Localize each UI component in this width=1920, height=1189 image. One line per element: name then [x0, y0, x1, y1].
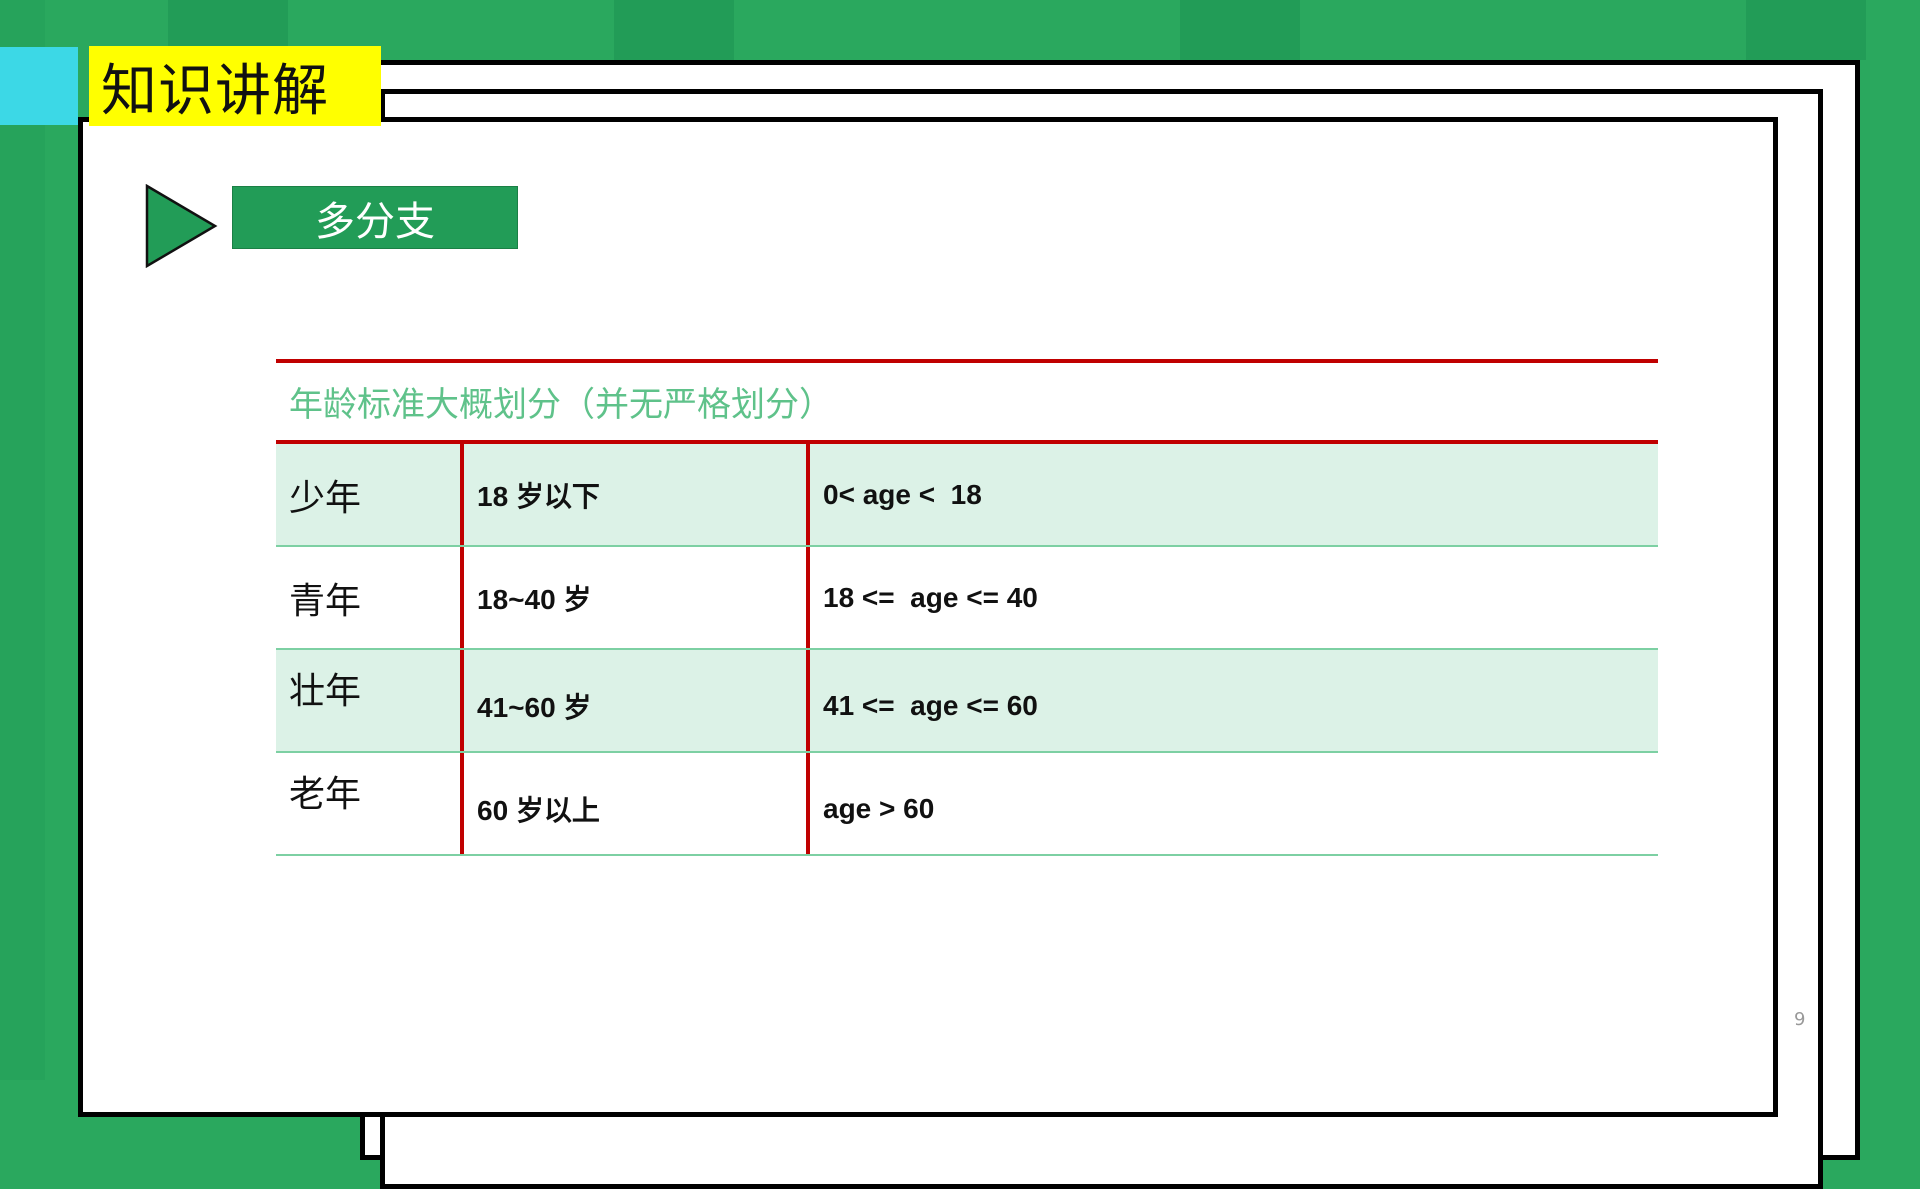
age-range-cell: 41~60 岁: [460, 650, 806, 751]
age-classification-table: 年龄标准大概划分（并无严格划分） 少年 18 岁以下 0< age < 18 青…: [276, 359, 1658, 856]
age-group-cell: 老年: [289, 774, 362, 815]
age-group-cell: 青年: [289, 580, 362, 622]
age-condition-cell: 18 <= age <= 40: [806, 547, 1658, 648]
background-stripe: [614, 0, 734, 60]
table-row: 青年 18~40 岁 18 <= age <= 40: [276, 547, 1658, 650]
background-stripe: [1180, 0, 1300, 60]
table-row: 壮年 41~60 岁 41 <= age <= 60: [276, 650, 1658, 753]
play-triangle-icon: [145, 184, 218, 268]
left-band: [0, 0, 45, 1080]
table-title: 年龄标准大概划分（并无严格划分）: [289, 385, 833, 425]
age-range-cell: 18 岁以下: [460, 444, 806, 545]
table-row: 老年 60 岁以上 age > 60: [276, 753, 1658, 856]
age-group-cell: 少年: [289, 477, 362, 519]
age-condition-cell: age > 60: [806, 753, 1658, 854]
age-range-cell: 60 岁以上: [460, 753, 806, 854]
background-stripe: [1746, 0, 1866, 60]
age-range-cell: 18~40 岁: [460, 547, 806, 648]
table-title-row: 年龄标准大概划分（并无严格划分）: [276, 363, 1658, 444]
accent-block: [0, 47, 78, 125]
page-number: 9: [1794, 1009, 1806, 1030]
section-label: 多分支: [232, 186, 518, 249]
age-condition-cell: 41 <= age <= 60: [806, 650, 1658, 751]
slide-title-box: 知识讲解: [89, 46, 381, 126]
slide-title: 知识讲解: [101, 58, 329, 124]
section-label-text: 多分支: [315, 198, 435, 245]
age-condition-cell: 0< age < 18: [806, 444, 1658, 545]
age-group-cell: 壮年: [289, 671, 362, 712]
table-row: 少年 18 岁以下 0< age < 18: [276, 444, 1658, 547]
